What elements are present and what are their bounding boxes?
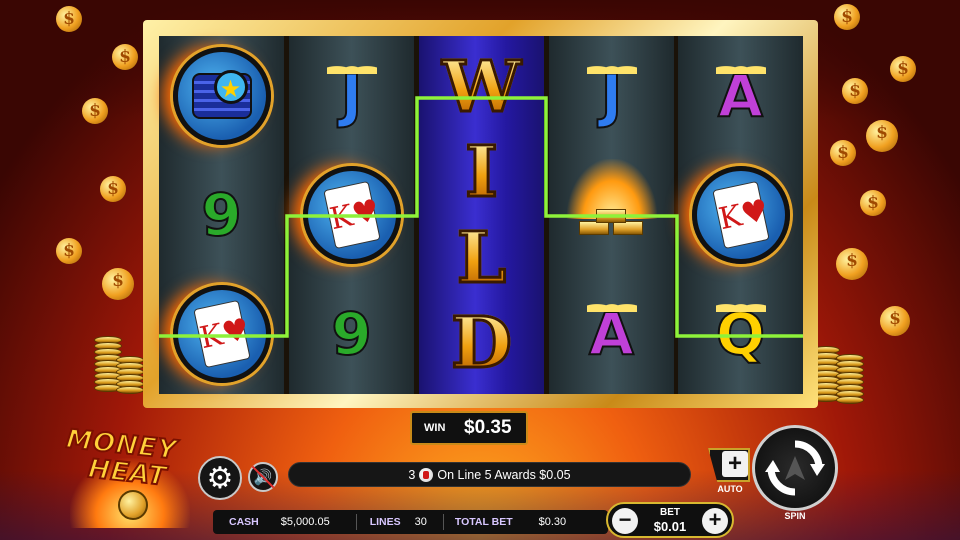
bet-increase-button[interactable]: +	[702, 508, 728, 534]
bet-value: $0.01	[653, 519, 687, 534]
autoplay-button[interactable]: +	[708, 448, 750, 482]
cash-value: $5,000.05	[280, 516, 330, 528]
dollar-coin-icon: $	[100, 176, 126, 202]
reel-1: ★ 9 K♥	[159, 36, 284, 394]
dollar-coin-icon: $	[866, 120, 898, 152]
win-message-bar: 3 On Line 5 Awards $0.05	[288, 462, 691, 487]
star-icon: ★	[213, 69, 248, 104]
dollar-coin-icon: $	[112, 44, 138, 70]
queen-symbol: Q	[678, 274, 803, 393]
symbol-mini-icon	[419, 467, 434, 482]
spin-arrows-icon	[765, 440, 825, 496]
wild-symbol: W I L D	[441, 44, 523, 385]
message-text: On Line 5 Awards $0.05	[437, 467, 571, 482]
dollar-coin-icon: $	[56, 6, 82, 32]
settings-button[interactable]: ⚙	[198, 456, 242, 500]
cash-label: CASH	[229, 516, 259, 528]
jack-symbol: J	[289, 36, 414, 155]
game-logo: MONEY HEAT	[60, 423, 200, 528]
gold-bars-icon	[566, 158, 657, 245]
reel-3-wild: W I L D	[419, 36, 544, 394]
flame-drips-icon	[586, 294, 637, 312]
nine-symbol: 9	[200, 180, 242, 249]
dollar-coin-icon: $	[880, 306, 910, 336]
dollar-coin-icon: $	[830, 140, 856, 166]
king-of-hearts-symbol: K♥	[159, 274, 284, 393]
dollar-coin-icon: $	[860, 190, 886, 216]
king-of-hearts-symbol: K♥	[678, 155, 803, 274]
gold-bars-fire-symbol	[549, 155, 674, 274]
flame-drips-icon	[586, 56, 637, 74]
reel-2: J K♥ 9	[289, 36, 414, 394]
gear-icon: ⚙	[206, 461, 234, 495]
reel-4: J A	[549, 36, 674, 394]
dollar-coin-icon: $	[836, 248, 868, 280]
sound-toggle-button[interactable]: 🔊	[248, 462, 278, 492]
spin-button[interactable]	[752, 425, 838, 511]
logo-coin-icon	[118, 490, 148, 520]
dollar-coin-icon: $	[842, 78, 868, 104]
total-bet-value: $0.30	[538, 516, 567, 528]
flame-drips-icon	[715, 294, 766, 312]
flame-drips-icon	[326, 56, 377, 74]
king-of-hearts-symbol: K♥	[289, 155, 414, 274]
ace-symbol: A	[549, 274, 674, 393]
win-display: WIN $0.35	[410, 411, 528, 445]
dollar-coin-icon: $	[102, 268, 134, 300]
bet-label: BET	[660, 507, 680, 518]
status-bar: CASH $5,000.05 LINES 30 TOTAL BET $0.30	[213, 510, 608, 534]
nine-symbol: 9	[330, 299, 372, 368]
lines-label: LINES	[369, 516, 401, 528]
spin-label: SPIN	[784, 511, 806, 521]
reel-window: ★ 9 K♥ J K♥ 9 W I L D J A A K♥ Q	[159, 36, 803, 394]
dollar-coin-icon: $	[834, 4, 860, 30]
reel-5: A K♥ Q	[678, 36, 803, 394]
autoplay-label: AUTO	[717, 484, 743, 494]
message-count: 3	[408, 467, 416, 482]
lines-value: 30	[414, 516, 427, 528]
chips-star-symbol: ★	[159, 36, 284, 155]
total-bet-label: TOTAL BET	[454, 516, 513, 528]
ace-symbol: A	[678, 36, 803, 155]
divider	[355, 514, 357, 530]
bet-decrease-button[interactable]: −	[612, 508, 638, 534]
jack-symbol: J	[549, 36, 674, 155]
plus-icon: +	[722, 451, 748, 477]
win-label: WIN	[424, 422, 446, 434]
flame-drips-icon	[715, 56, 766, 74]
divider	[442, 514, 444, 530]
dollar-coin-icon: $	[56, 238, 82, 264]
win-amount: $0.35	[464, 417, 512, 438]
gold-coin-stack-right	[812, 346, 872, 416]
dollar-coin-icon: $	[82, 98, 108, 124]
dollar-coin-icon: $	[890, 56, 916, 82]
bet-control: − BET $0.01 +	[606, 502, 734, 538]
